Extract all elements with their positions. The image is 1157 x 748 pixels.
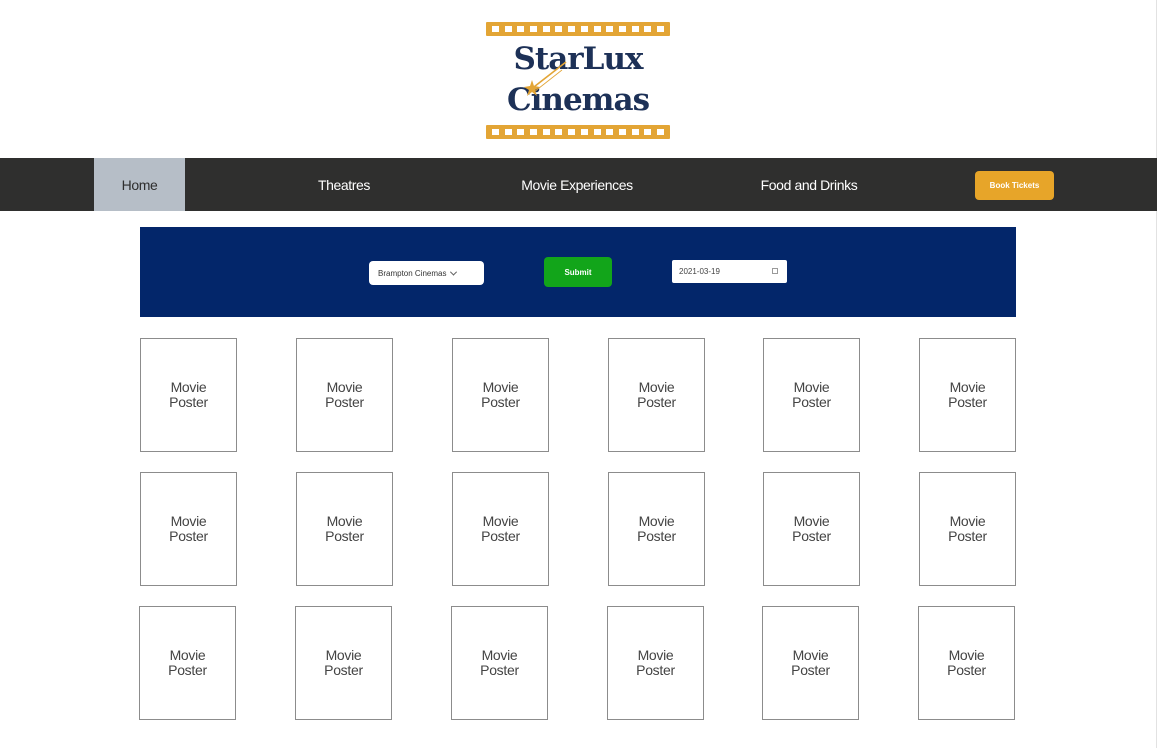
poster-label-line1: Movie <box>637 647 674 663</box>
nav-theatres[interactable]: Theatres <box>294 158 394 211</box>
poster-label-line1: Movie <box>638 513 675 529</box>
movie-poster-card[interactable]: Movie Poster <box>139 606 236 720</box>
movie-poster-card[interactable]: Movie Poster <box>763 472 860 586</box>
poster-label-line2: Poster <box>481 394 520 410</box>
submit-button[interactable]: Submit <box>544 257 612 287</box>
poster-label-line2: Poster <box>168 662 207 678</box>
nav-food-and-drinks[interactable]: Food and Drinks <box>744 158 874 211</box>
theatre-select-value: Brampton Cinemas <box>378 268 447 278</box>
showtime-filter-bar: Brampton Cinemas Submit 2021-03-19 <box>140 227 1016 317</box>
poster-label-line1: Movie <box>170 379 207 395</box>
movie-poster-card[interactable]: Movie Poster <box>919 472 1016 586</box>
poster-label-line2: Poster <box>948 394 987 410</box>
nav-home[interactable]: Home <box>94 158 185 211</box>
poster-label-line2: Poster <box>947 662 986 678</box>
chevron-down-icon <box>450 268 458 276</box>
poster-label-line1: Movie <box>638 379 675 395</box>
date-input[interactable]: 2021-03-19 <box>672 260 787 283</box>
movie-poster-card[interactable]: Movie Poster <box>919 338 1016 452</box>
poster-label-line2: Poster <box>169 528 208 544</box>
poster-label-line1: Movie <box>326 379 363 395</box>
movie-poster-card[interactable]: Movie Poster <box>452 338 549 452</box>
poster-label-line1: Movie <box>326 513 363 529</box>
poster-label-line1: Movie <box>481 647 518 663</box>
poster-label-line1: Movie <box>793 379 830 395</box>
logo-text-starlux: StarLux <box>513 41 644 77</box>
poster-label-line1: Movie <box>482 379 519 395</box>
poster-label-line1: Movie <box>948 647 985 663</box>
film-strip-top <box>486 22 670 36</box>
movie-poster-card[interactable]: Movie Poster <box>763 338 860 452</box>
page: StarLux Cinemas Home Theatres Movie Expe… <box>0 0 1157 748</box>
movie-poster-card[interactable]: Movie Poster <box>140 338 237 452</box>
movie-poster-card[interactable]: Movie Poster <box>608 338 705 452</box>
poster-label-line1: Movie <box>793 513 830 529</box>
poster-label-line2: Poster <box>948 528 987 544</box>
movie-poster-card[interactable]: Movie Poster <box>296 338 393 452</box>
theatre-select[interactable]: Brampton Cinemas <box>369 261 484 285</box>
poster-label-line2: Poster <box>636 662 675 678</box>
starlux-logo[interactable]: StarLux Cinemas <box>486 22 670 140</box>
poster-label-line2: Poster <box>169 394 208 410</box>
calendar-icon[interactable] <box>772 268 778 274</box>
poster-label-line1: Movie <box>482 513 519 529</box>
poster-label-line2: Poster <box>791 662 830 678</box>
poster-label-line2: Poster <box>325 394 364 410</box>
movie-poster-card[interactable]: Movie Poster <box>452 472 549 586</box>
poster-label-line2: Poster <box>324 662 363 678</box>
poster-label-line1: Movie <box>949 379 986 395</box>
poster-label-line2: Poster <box>480 662 519 678</box>
poster-label-line1: Movie <box>170 513 207 529</box>
poster-label-line2: Poster <box>637 394 676 410</box>
nav-movie-experiences[interactable]: Movie Experiences <box>502 158 652 211</box>
poster-label-line2: Poster <box>637 528 676 544</box>
poster-label-line1: Movie <box>792 647 829 663</box>
poster-label-line2: Poster <box>792 528 831 544</box>
poster-label-line1: Movie <box>169 647 206 663</box>
poster-label-line2: Poster <box>481 528 520 544</box>
movie-poster-card[interactable]: Movie Poster <box>295 606 392 720</box>
poster-label-line1: Movie <box>325 647 362 663</box>
logo-text-cinemas: Cinemas <box>506 82 650 118</box>
movie-poster-card[interactable]: Movie Poster <box>451 606 548 720</box>
poster-label-line2: Poster <box>325 528 364 544</box>
movie-poster-card[interactable]: Movie Poster <box>608 472 705 586</box>
book-tickets-button[interactable]: Book Tickets <box>975 171 1054 200</box>
poster-label-line1: Movie <box>949 513 986 529</box>
film-strip-bottom <box>486 125 670 139</box>
movie-poster-card[interactable]: Movie Poster <box>140 472 237 586</box>
shooting-star-icon <box>524 61 567 96</box>
movie-poster-card[interactable]: Movie Poster <box>607 606 704 720</box>
movie-poster-card[interactable]: Movie Poster <box>918 606 1015 720</box>
movie-poster-card[interactable]: Movie Poster <box>762 606 859 720</box>
movie-poster-card[interactable]: Movie Poster <box>296 472 393 586</box>
poster-label-line2: Poster <box>792 394 831 410</box>
date-input-value: 2021-03-19 <box>679 267 720 276</box>
